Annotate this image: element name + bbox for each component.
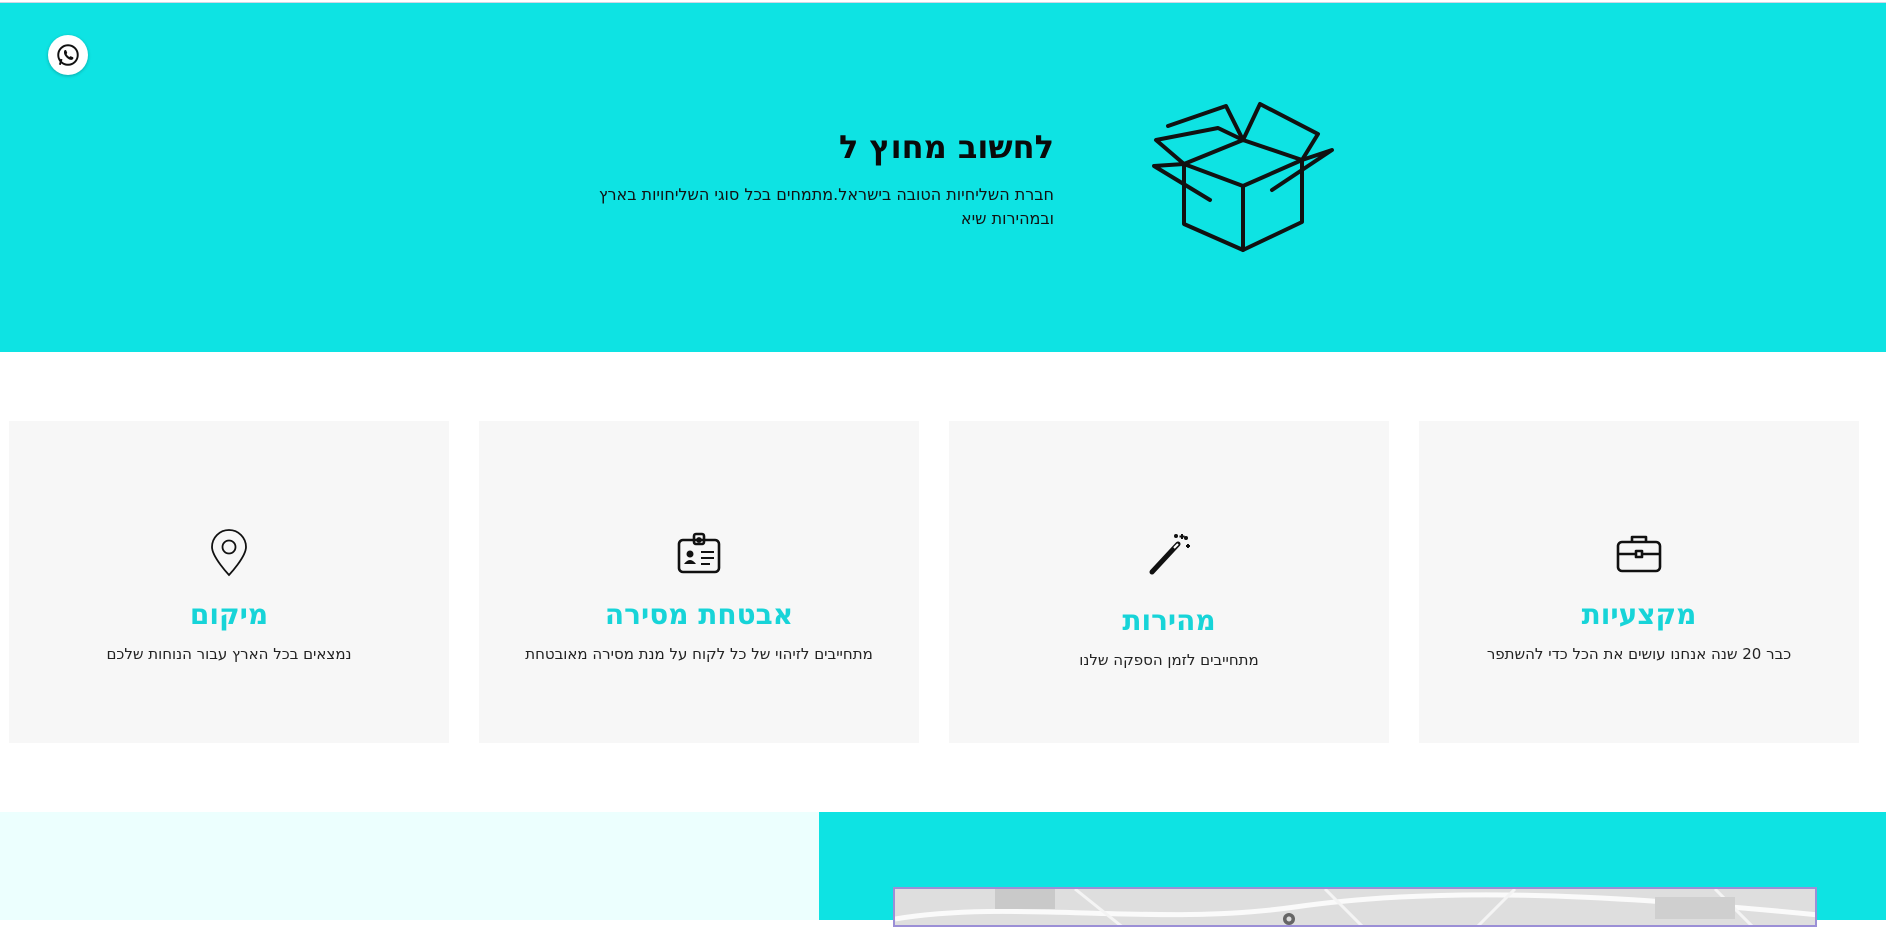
feature-title: מהירות [1122, 604, 1216, 637]
feature-title: מיקום [189, 598, 269, 631]
feature-description: מתחייבים לזמן הספקה שלנו [1079, 651, 1259, 669]
map-panel [819, 812, 1886, 927]
location-pin-icon [205, 529, 253, 577]
features-section: מקצעיות כבר 20 שנה אנחנו עושים את הכל כד… [0, 421, 1886, 743]
feature-card-secure-delivery: אבטחת מסירה מתחייבים לזיהוי של כל לקוח ע… [479, 421, 919, 743]
hero-description: חברת השליחיות הטובה בישראל.מתמחים בכל סו… [598, 185, 1054, 228]
feature-card-professionalism: מקצעיות כבר 20 שנה אנחנו עושים את הכל כד… [1419, 421, 1859, 743]
contact-panel [0, 812, 819, 920]
feature-description: כבר 20 שנה אנחנו עושים את הכל כדי להשתפר [1486, 645, 1792, 663]
open-box-icon [1152, 102, 1334, 252]
whatsapp-icon [57, 44, 79, 66]
briefcase-icon [1615, 529, 1663, 577]
feature-title: מקצעיות [1581, 598, 1697, 631]
map-streets [895, 889, 1815, 925]
feature-title: אבטחת מסירה [604, 598, 794, 631]
feature-description: נמצאים בכל הארץ עבור הנוחות שלכם [106, 645, 352, 663]
hero-text: לחשוב מחוץ ל חברת השליחיות הטובה בישראל.… [584, 127, 1054, 231]
map-embed[interactable] [893, 887, 1817, 927]
magic-wand-icon [1145, 529, 1193, 577]
feature-description: מתחייבים לזיהוי של כל לקוח על מנת מסירה … [525, 645, 873, 663]
feature-card-location: מיקום נמצאים בכל הארץ עבור הנוחות שלכם [9, 421, 449, 743]
hero-title: לחשוב מחוץ ל [838, 128, 1054, 166]
whatsapp-button[interactable] [48, 35, 88, 75]
id-badge-icon [675, 529, 723, 577]
feature-card-speed: מהירות מתחייבים לזמן הספקה שלנו [949, 421, 1389, 743]
hero-section: לחשוב מחוץ ל חברת השליחיות הטובה בישראל.… [0, 2, 1886, 352]
